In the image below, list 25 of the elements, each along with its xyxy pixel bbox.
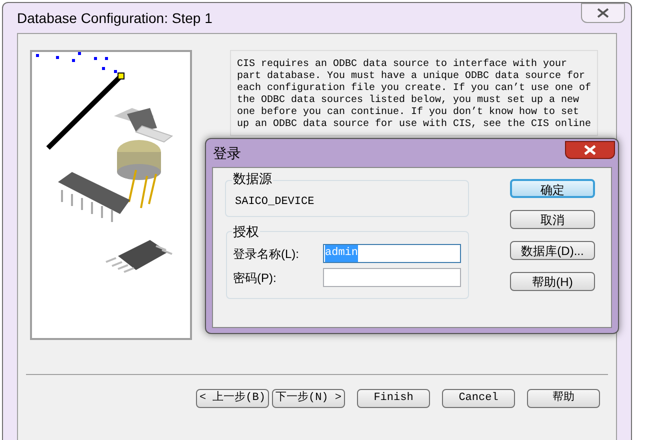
- close-button[interactable]: [581, 3, 625, 23]
- dialog-button[interactable]: 确定: [510, 179, 595, 198]
- data-source-name: SAICO_DEVICE: [235, 195, 314, 210]
- field-label: 密码(P):: [233, 270, 278, 286]
- window-title: Database Configuration: Step 1: [17, 8, 212, 28]
- wizard-button[interactable]: Finish: [357, 389, 430, 408]
- description-line: the ODBC data sources listed below, you must set up a new: [237, 95, 580, 106]
- field-label: 登录名称(L):: [233, 246, 300, 262]
- wizard-button[interactable]: Cancel: [442, 389, 515, 408]
- dialog-button[interactable]: 取消: [510, 210, 595, 229]
- close-icon: [597, 8, 609, 18]
- description-line: CIS requires an ODBC data source to interface with your: [237, 59, 568, 70]
- close-icon: [584, 145, 596, 155]
- description-line: each configuration file you create. If you can’t use one of: [237, 83, 591, 94]
- dialog-title: 登录: [213, 144, 241, 162]
- dialog-button[interactable]: 数据库(D)...: [510, 241, 595, 260]
- wizard-button[interactable]: 下一步(N) >: [272, 389, 345, 408]
- dialog-button[interactable]: 帮助(H): [510, 272, 595, 291]
- description-line: part database. You must have a unique ODBC data source for: [237, 71, 586, 82]
- description-line: one before you can continue. If you don’t know how to set: [237, 107, 580, 118]
- password-field[interactable]: [323, 268, 461, 287]
- close-button[interactable]: [565, 141, 615, 159]
- wizard-button[interactable]: < 上一步(B): [196, 389, 269, 408]
- wizard-button[interactable]: 帮助: [527, 389, 600, 408]
- description-line: up an ODBC data source for use with CIS, see the CIS online: [237, 119, 591, 131]
